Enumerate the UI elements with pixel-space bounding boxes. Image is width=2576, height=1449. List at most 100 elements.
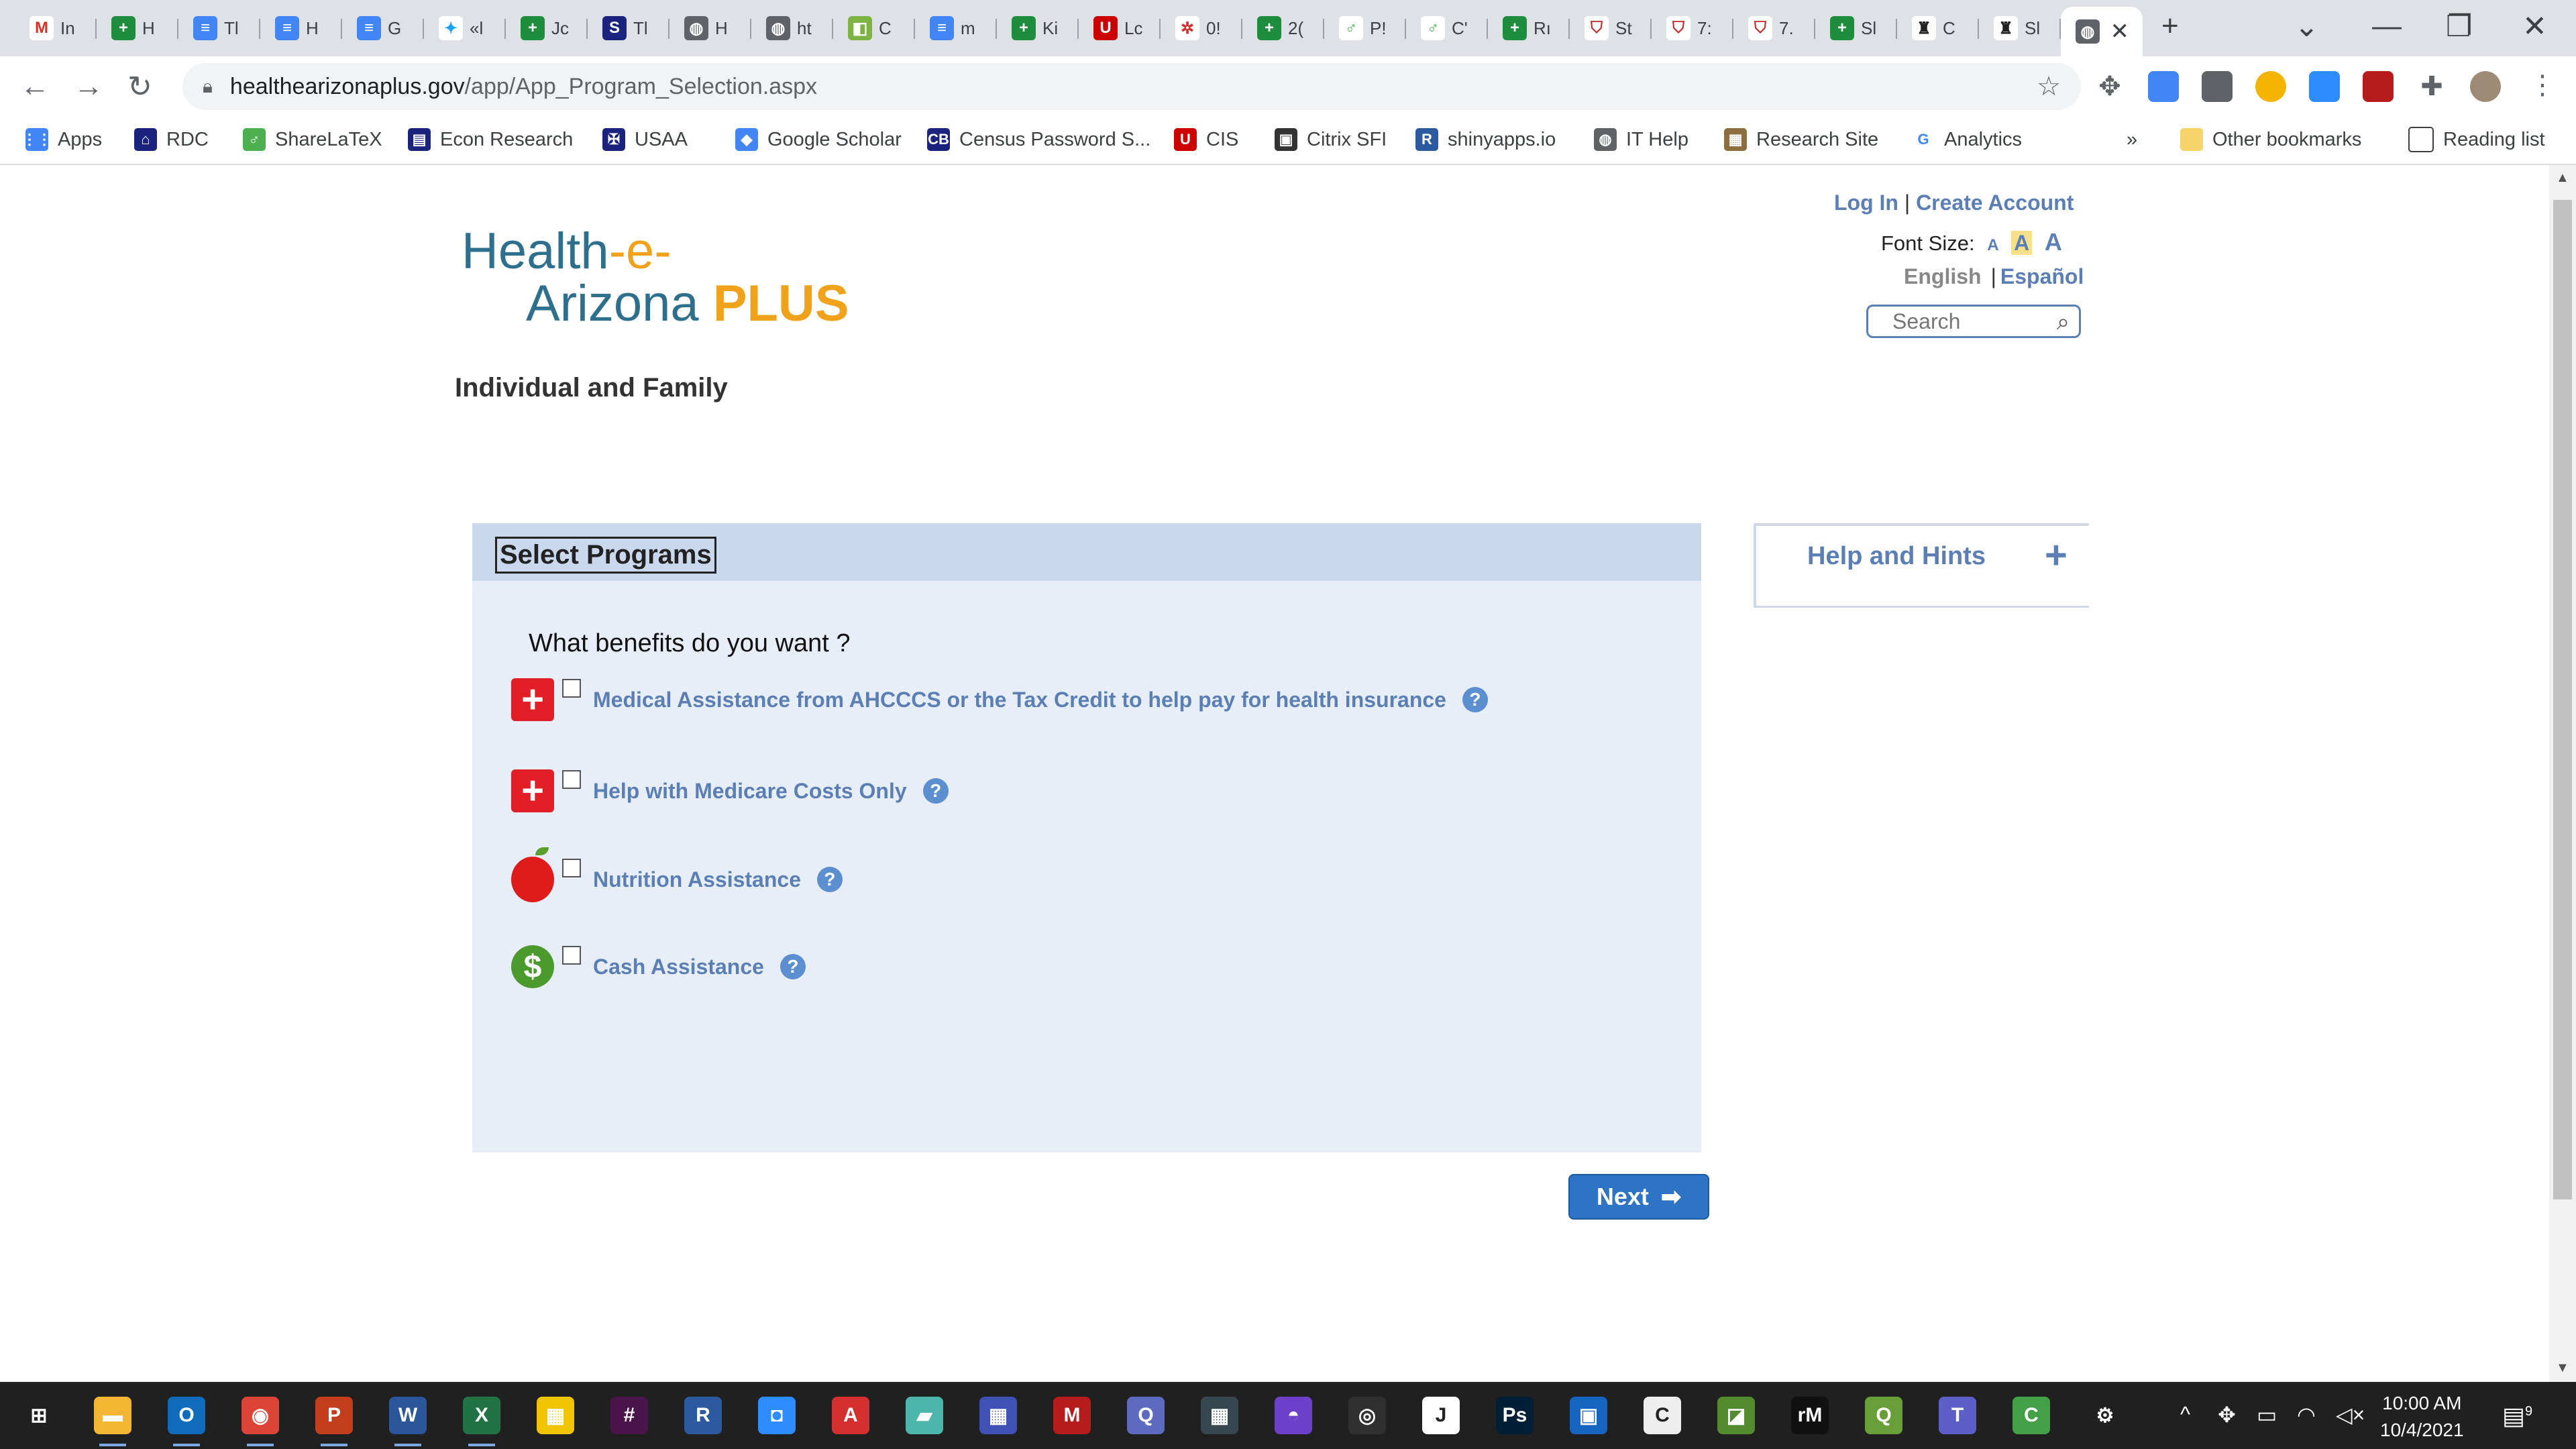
scholar-ext-icon[interactable] [2148, 71, 2179, 102]
bookmark-item[interactable]: ◆ Google Scholar [735, 126, 902, 153]
bookmark-item[interactable]: ⋮⋮ Apps [22, 126, 102, 153]
browser-tab[interactable]: ✲ 0! [1161, 8, 1242, 48]
back-arrow-icon[interactable]: ← [20, 70, 50, 103]
browser-tab[interactable]: ◧ C [833, 8, 915, 48]
address-bar[interactable]: 🔒︎ healthearizonaplus.gov/app/App_Progra… [182, 63, 2081, 110]
help-question-icon[interactable]: ? [780, 954, 806, 979]
tab-search-icon[interactable]: ⌄ [2294, 9, 2319, 44]
mendeley-ext-icon[interactable] [2363, 71, 2394, 102]
medicare-label[interactable]: Help with Medicare Costs Only [593, 779, 907, 804]
calendar-app-icon[interactable]: ▦ [979, 1397, 1017, 1434]
browser-tab[interactable]: M In [15, 8, 97, 48]
bookmarks-overflow[interactable]: » [2127, 126, 2137, 153]
next-button[interactable]: Next ➡ [1568, 1174, 1709, 1220]
forward-arrow-icon[interactable]: → [74, 70, 103, 103]
photoshop-icon[interactable]: Ps [1496, 1397, 1534, 1434]
font-size-large[interactable]: A [2045, 228, 2062, 256]
health-e-arizona-plus-logo[interactable]: Health-e- Arizona PLUS [462, 225, 849, 330]
restore-icon[interactable]: ❐ [2446, 9, 2472, 44]
login-link[interactable]: Log In [1834, 191, 1898, 215]
windows-start-icon[interactable]: ⊞ [20, 1397, 58, 1434]
virtualbox-icon[interactable]: ▣ [1570, 1397, 1607, 1434]
browser-tab[interactable]: ♜ C [1897, 8, 1979, 48]
browser-tab[interactable]: ≡ G [342, 8, 424, 48]
search-input[interactable] [1891, 308, 2041, 335]
dropbox-tray-icon[interactable]: ✥ [2218, 1402, 2236, 1428]
browser-tab[interactable]: ≡ m [915, 8, 997, 48]
cash-checkbox[interactable] [562, 946, 581, 965]
browser-tab[interactable]: ♜ Sl [1979, 8, 2061, 48]
tray-overflow-icon[interactable]: ^ [2180, 1402, 2190, 1427]
maps-app-icon[interactable]: ◪ [1717, 1397, 1755, 1434]
bookmark-item[interactable]: ✠ USAA [602, 126, 688, 153]
browser-tab[interactable]: + Rı [1488, 8, 1570, 48]
onenote-q-icon[interactable]: Q [1127, 1397, 1165, 1434]
box-ext-icon[interactable] [2202, 71, 2233, 102]
create-account-link[interactable]: Create Account [1916, 191, 2074, 215]
lock-icon[interactable]: 🔒︎ [203, 76, 213, 98]
close-tab-icon[interactable]: ✕ [2110, 18, 2130, 45]
browser-tab[interactable]: ♂ C' [1406, 8, 1488, 48]
scroll-down-icon[interactable]: ▼ [2556, 1360, 2569, 1376]
browser-tab[interactable]: ≡ Tl [178, 8, 260, 48]
browser-tab[interactable]: + Ki [997, 8, 1079, 48]
jupyter-icon[interactable]: J [1422, 1397, 1460, 1434]
medicare-checkbox[interactable] [562, 770, 581, 789]
bookmark-item[interactable]: CB Census Password S... [927, 126, 1150, 153]
browser-tab[interactable]: ✦ «l [424, 8, 506, 48]
obs-icon[interactable]: ◎ [1348, 1397, 1386, 1434]
browser-tab[interactable]: S Tl [588, 8, 669, 48]
file-explorer-icon[interactable]: ▬ [94, 1397, 131, 1446]
mendeley-icon[interactable]: M [1053, 1397, 1091, 1434]
word-icon[interactable]: W [389, 1397, 427, 1446]
bookmark-item[interactable]: U CIS [1174, 126, 1238, 153]
kebab-menu-icon[interactable]: ⋮ [2529, 70, 2556, 101]
zoom-icon[interactable]: ◘ [758, 1397, 796, 1434]
wifi-icon[interactable]: ◠ [2297, 1402, 2316, 1428]
help-question-icon[interactable]: ? [1462, 687, 1488, 712]
expand-plus-icon[interactable]: + [2045, 533, 2068, 578]
browser-tab[interactable]: + Sl [1815, 8, 1897, 48]
bookmark-item[interactable]: ▤ Econ Research [408, 126, 573, 153]
dropbox-ext-icon[interactable]: ✥ [2094, 71, 2125, 102]
page-scrollbar[interactable]: ▲ ▼ [2549, 165, 2576, 1382]
drive-ext-icon[interactable] [2255, 71, 2286, 102]
profile-avatar[interactable] [2470, 71, 2501, 102]
pdf-tool-icon[interactable]: ▦ [537, 1397, 574, 1434]
system-clock[interactable]: 10:00 AM 10/4/2021 [2380, 1390, 2464, 1444]
bookmark-item[interactable]: G Analytics [1912, 126, 2022, 153]
rm-icon[interactable]: rM [1791, 1397, 1829, 1434]
medical-checkbox[interactable] [562, 679, 581, 698]
font-size-small[interactable]: A [1987, 236, 1998, 254]
volume-mute-icon[interactable]: ◁× [2336, 1402, 2365, 1428]
browser-tab[interactable]: ◍ ht [751, 8, 833, 48]
bookmark-item[interactable]: ▣ Citrix SFI [1275, 126, 1387, 153]
reload-icon[interactable]: ↻ [127, 70, 152, 104]
browser-tab[interactable]: ⛉ 7: [1652, 8, 1733, 48]
minimize-icon[interactable]: — [2372, 9, 2402, 43]
r-icon[interactable]: R [684, 1397, 722, 1434]
excel-icon[interactable]: X [463, 1397, 500, 1446]
github-icon[interactable]: ◓ [1275, 1397, 1312, 1434]
outlook-icon[interactable]: O [168, 1397, 205, 1446]
bookmark-star-icon[interactable]: ☆ [2037, 71, 2061, 102]
bookmark-item[interactable]: ♂ ShareLaTeX [243, 126, 382, 153]
browser-tab[interactable]: ⛉ St [1570, 8, 1652, 48]
bookmark-item[interactable]: ▦ Research Site [1724, 126, 1878, 153]
powerpoint-icon[interactable]: P [315, 1397, 353, 1446]
browser-tab[interactable]: ≡ H [260, 8, 342, 48]
scrollbar-thumb[interactable] [2553, 200, 2572, 1199]
bookmark-item[interactable]: Rshinyapps.io [1415, 126, 1556, 153]
qgis-icon[interactable]: Q [1865, 1397, 1902, 1434]
active-browser-tab[interactable]: ◍ ✕ [2061, 7, 2143, 56]
acrobat-icon[interactable]: A [832, 1397, 869, 1434]
scroll-up-icon[interactable]: ▲ [2556, 170, 2569, 186]
calculator-icon[interactable]: ▦ [1201, 1397, 1238, 1434]
close-window-icon[interactable]: ✕ [2522, 9, 2547, 44]
notepad-icon[interactable]: ▰ [906, 1397, 943, 1434]
nutrition-checkbox[interactable] [562, 859, 581, 877]
teams-icon[interactable]: T [1939, 1397, 1976, 1434]
camtasia-icon[interactable]: C [2012, 1397, 2050, 1434]
new-tab-plus-icon[interactable]: + [2161, 9, 2179, 43]
cash-label[interactable]: Cash Assistance [593, 955, 764, 979]
